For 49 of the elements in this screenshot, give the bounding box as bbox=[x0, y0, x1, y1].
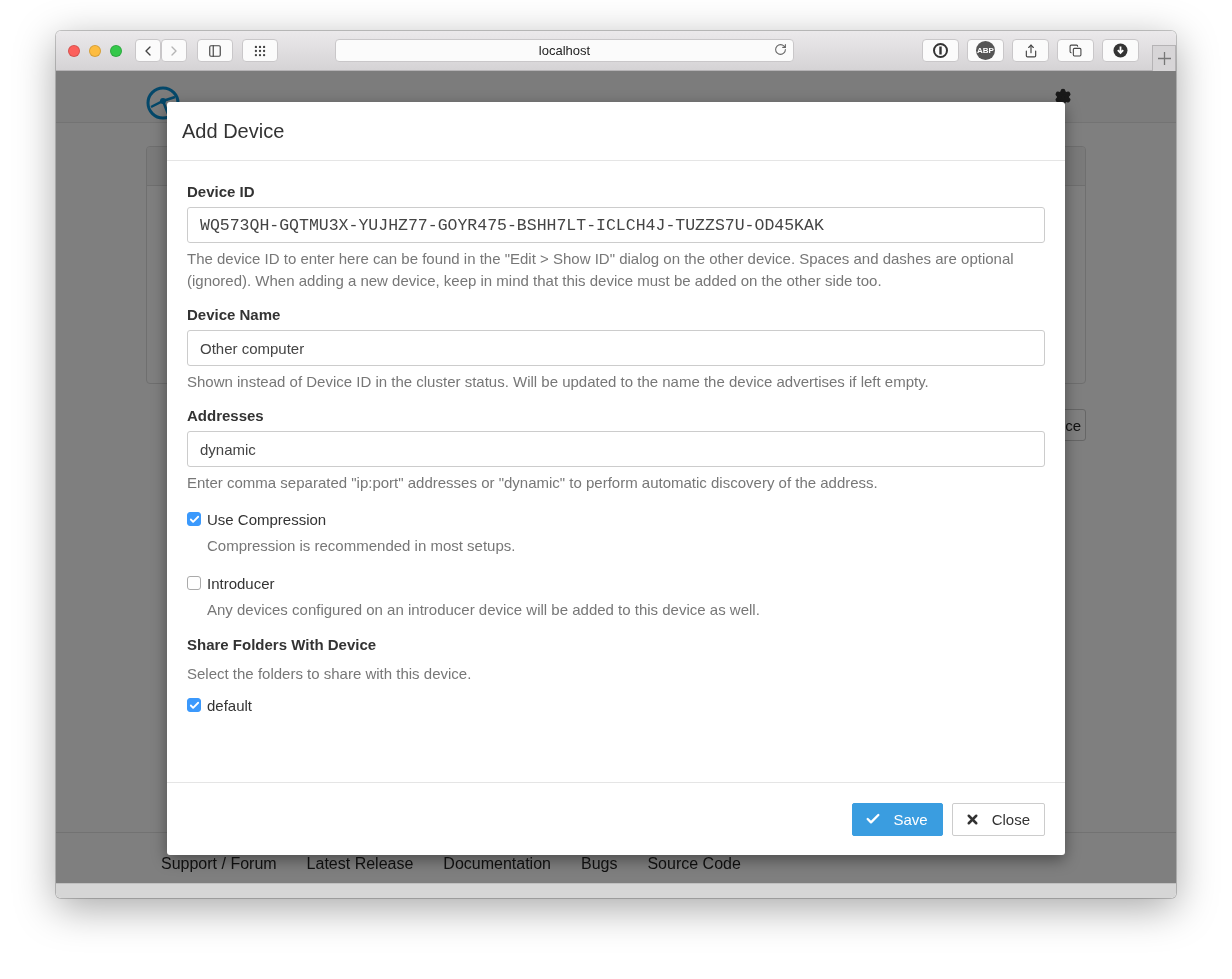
close-button[interactable]: Close bbox=[951, 802, 1045, 836]
sidebar-icon bbox=[208, 43, 222, 58]
dialog-title: Add Device bbox=[182, 119, 285, 143]
help-text: Any devices configured on an introducer device will be added to this device as well. bbox=[207, 600, 761, 620]
field-label: Addresses bbox=[187, 407, 265, 424]
help-text: Shown instead of Device ID in the cluster status. Will be updated to the name the device advertises if left empty. bbox=[187, 372, 930, 392]
tabs-button[interactable] bbox=[1057, 39, 1094, 62]
footer-link[interactable]: Support / Forum bbox=[161, 855, 277, 873]
adblock-button[interactable]: ABP bbox=[967, 39, 1004, 62]
grid-button[interactable] bbox=[242, 39, 278, 62]
help-text: Select the folders to share with this device. bbox=[187, 664, 473, 684]
checkbox[interactable] bbox=[187, 698, 201, 712]
field-label: Device ID bbox=[187, 183, 256, 200]
section-title: Share Folders With Device bbox=[187, 636, 378, 653]
help-text: Compression is recommended in most setups. bbox=[207, 536, 517, 556]
checkbox-label: Introducer bbox=[207, 574, 275, 592]
footer-link[interactable]: Bugs bbox=[580, 855, 618, 873]
input-field[interactable]: Other computer bbox=[187, 330, 1045, 366]
downloads-button[interactable] bbox=[1102, 39, 1139, 62]
reload-icon bbox=[774, 43, 787, 56]
minimize-window-button[interactable] bbox=[89, 44, 101, 57]
field-label: Device Name bbox=[187, 306, 282, 323]
overlapping-squares-icon bbox=[1069, 44, 1082, 57]
checkbox[interactable] bbox=[187, 512, 201, 526]
footer-link[interactable]: Source Code bbox=[647, 855, 741, 873]
grid-icon bbox=[253, 43, 267, 58]
address-bar[interactable]: localhost bbox=[335, 39, 794, 62]
footer-link[interactable]: Latest Release bbox=[306, 855, 414, 873]
input-field[interactable]: WQ573QH-GQTMU3X-YUJHZ77-GOYR475-BSHH7LT-ICLCH4J-TUZZS7U-OD45KAK bbox=[187, 207, 1045, 243]
checkbox[interactable] bbox=[187, 576, 201, 590]
input-field[interactable]: dynamic bbox=[187, 431, 1045, 467]
checkbox-label: Use Compression bbox=[207, 510, 327, 528]
help-text: Enter comma separated "ip:port" addresses or "dynamic" to perform automatic discovery of the address. bbox=[187, 473, 879, 493]
plus-icon bbox=[1157, 52, 1171, 65]
back-button[interactable] bbox=[135, 39, 161, 62]
sidebar-button[interactable] bbox=[197, 39, 233, 62]
close-window-button[interactable] bbox=[68, 44, 80, 57]
download-icon bbox=[1113, 43, 1128, 58]
footer-link[interactable]: Documentation bbox=[443, 855, 551, 873]
share-icon bbox=[1023, 43, 1038, 58]
forward-button[interactable] bbox=[161, 39, 187, 62]
keyhole-icon bbox=[933, 43, 948, 58]
help-text: The device ID to enter here can be found in the "Edit > Show ID" dialog on the other device. Spaces and dashes are optional (ignored). When adding a new device, keep in mind that this device must be added on the other side too. bbox=[187, 249, 1015, 291]
new-tab-button[interactable] bbox=[1152, 45, 1176, 71]
checkbox-label: default bbox=[207, 696, 253, 714]
share-button[interactable] bbox=[1012, 39, 1049, 62]
password-button[interactable] bbox=[922, 39, 959, 62]
logo-icon bbox=[146, 85, 180, 120]
zoom-window-button[interactable] bbox=[110, 44, 122, 57]
